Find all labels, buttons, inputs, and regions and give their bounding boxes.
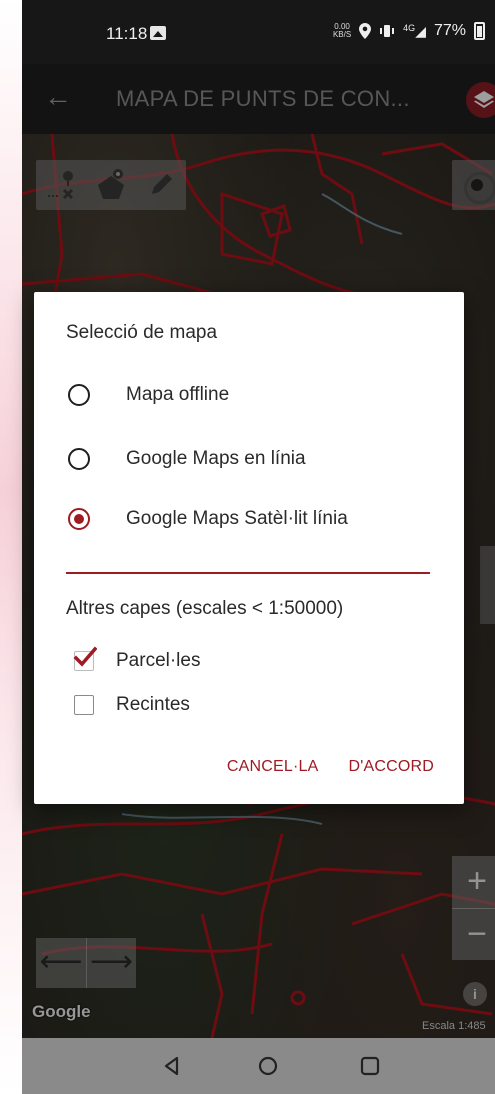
signal-icon: 4G◢ bbox=[403, 22, 426, 39]
left-edge-strip bbox=[0, 0, 22, 1094]
layers-heading: Altres capes (escales < 1:50000) bbox=[66, 598, 344, 619]
vibrate-icon bbox=[380, 25, 395, 37]
cancel-button[interactable]: CANCEL·LA bbox=[227, 758, 319, 776]
network-type: 4G bbox=[403, 22, 416, 33]
home-circle-icon[interactable] bbox=[254, 1052, 282, 1080]
ok-button[interactable]: D'ACCORD bbox=[348, 758, 434, 776]
radio-button-selected[interactable] bbox=[68, 508, 90, 530]
radio-button[interactable] bbox=[68, 384, 90, 406]
checkbox-option-recintes[interactable]: Recintes bbox=[74, 694, 190, 716]
checkbox-label: Parcel·les bbox=[116, 650, 201, 671]
checkbox-unchecked[interactable] bbox=[74, 695, 94, 715]
status-time: 11:18 bbox=[106, 24, 148, 43]
back-triangle-icon[interactable] bbox=[158, 1052, 186, 1080]
network-speed-unit: KB/S bbox=[332, 30, 352, 39]
radio-button[interactable] bbox=[68, 448, 90, 470]
dialog-title: Selecció de mapa bbox=[66, 322, 218, 343]
status-bar: 11:18 0.00 KB/S 4G◢ 77% bbox=[22, 0, 495, 64]
section-divider bbox=[66, 572, 430, 574]
checkbox-option-parceles[interactable]: Parcel·les bbox=[73, 646, 201, 672]
status-icons: 0.00 KB/S 4G◢ 77% bbox=[333, 22, 485, 40]
radio-option-offline[interactable]: Mapa offline bbox=[68, 384, 229, 406]
battery-icon bbox=[474, 22, 485, 40]
checkmark-icon bbox=[73, 646, 97, 667]
checkbox-checked[interactable] bbox=[73, 646, 97, 671]
radio-option-satellite[interactable]: Google Maps Satèl·lit línia bbox=[68, 508, 348, 530]
dialog-actions: CANCEL·LA D'ACCORD bbox=[227, 758, 434, 776]
checkbox-label: Recintes bbox=[116, 694, 190, 715]
location-icon bbox=[359, 23, 372, 39]
radio-label: Mapa offline bbox=[126, 384, 230, 405]
radio-option-google-maps[interactable]: Google Maps en línia bbox=[68, 448, 306, 470]
recents-square-icon[interactable] bbox=[356, 1052, 384, 1080]
radio-label: Google Maps Satèl·lit línia bbox=[126, 508, 348, 529]
map-selection-dialog: Selecció de mapa Mapa offline Google Map… bbox=[34, 292, 464, 804]
system-nav-bar bbox=[22, 1038, 495, 1094]
radio-label: Google Maps en línia bbox=[126, 448, 306, 469]
battery-percent: 77% bbox=[433, 22, 466, 39]
network-speed: 0.00 KB/S bbox=[333, 23, 351, 39]
image-notification-icon bbox=[150, 26, 166, 40]
